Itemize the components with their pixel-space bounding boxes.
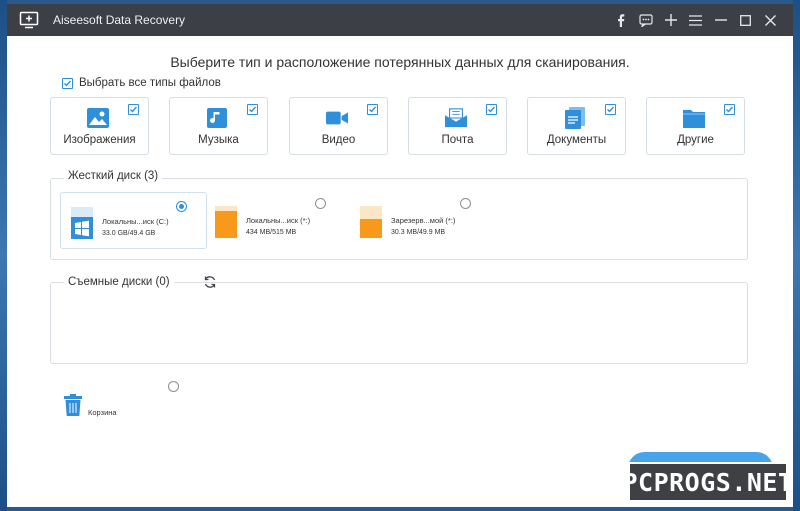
drive-local-partition[interactable]: Локальны...иск (*:) 434 MB/515 MB xyxy=(205,192,352,249)
drive-size: 33.0 GB/49.4 GB xyxy=(102,230,156,237)
checkbox-checked-icon[interactable] xyxy=(724,104,735,115)
desktop-background-left xyxy=(0,0,7,511)
checkbox-checked-icon[interactable] xyxy=(128,104,139,115)
file-type-label: Документы xyxy=(546,134,607,146)
recycle-bin-label: Корзина xyxy=(88,408,117,417)
checkbox-checked-icon[interactable] xyxy=(605,104,616,115)
watermark: PCPROGS.NET xyxy=(622,462,793,502)
hard-drives-title: Жесткий диск (3) xyxy=(64,170,163,182)
drive-icon xyxy=(215,206,237,238)
file-type-music[interactable]: Музыка xyxy=(169,97,268,155)
music-icon xyxy=(206,107,228,129)
mail-icon xyxy=(445,107,467,129)
file-type-label: Почта xyxy=(441,134,474,146)
checkbox-checked-icon[interactable] xyxy=(486,104,497,115)
titlebar-controls xyxy=(608,4,783,36)
checkbox-checked-icon[interactable] xyxy=(62,77,73,89)
windows-drive-icon xyxy=(71,207,93,239)
title-bar: Aiseesoft Data Recovery xyxy=(7,4,793,36)
close-icon[interactable] xyxy=(758,4,783,36)
file-type-label: Видео xyxy=(321,134,356,146)
removable-drives-panel xyxy=(50,282,748,364)
removable-drives-title: Съемные диски (0) xyxy=(64,276,174,288)
plus-icon[interactable] xyxy=(658,4,683,36)
file-type-images[interactable]: Изображения xyxy=(50,97,149,155)
video-icon xyxy=(326,107,348,129)
documents-icon xyxy=(564,107,586,129)
drive-name: Зарезерв...мой (*:) xyxy=(391,216,456,225)
app-title: Aiseesoft Data Recovery xyxy=(53,13,186,27)
select-all-checkbox[interactable]: Выбрать все типы файлов xyxy=(62,77,221,89)
file-type-video[interactable]: Видео xyxy=(289,97,388,155)
file-type-other[interactable]: Другие xyxy=(646,97,745,155)
folder-icon xyxy=(683,107,705,129)
image-icon xyxy=(87,107,109,129)
drive-size: 434 MB/515 MB xyxy=(246,229,297,236)
file-type-label: Другие xyxy=(677,134,714,146)
desktop-background-right xyxy=(793,0,800,511)
drive-name: Локальны...иск (*:) xyxy=(246,216,311,225)
file-type-label: Изображения xyxy=(63,134,136,146)
checkbox-checked-icon[interactable] xyxy=(247,104,258,115)
file-type-label: Музыка xyxy=(198,134,239,146)
trash-icon xyxy=(64,394,82,416)
page-heading: Выберите тип и расположение потерянных д… xyxy=(170,54,630,70)
drive-icon xyxy=(360,206,382,238)
facebook-icon[interactable] xyxy=(608,4,633,36)
app-window: Aiseesoft Data Recovery Выберите тип и р… xyxy=(7,4,793,507)
drive-radio-checked[interactable] xyxy=(176,201,187,212)
file-type-mail[interactable]: Почта xyxy=(408,97,507,155)
refresh-icon[interactable] xyxy=(203,275,217,289)
drive-radio[interactable] xyxy=(315,198,326,209)
app-logo-icon xyxy=(19,11,39,29)
drive-reserved[interactable]: Зарезерв...мой (*:) 30.3 MB/49.9 MB xyxy=(350,192,497,249)
drive-radio[interactable] xyxy=(460,198,471,209)
recycle-bin-radio[interactable] xyxy=(168,381,179,392)
select-all-label: Выбрать все типы файлов xyxy=(79,77,221,89)
maximize-icon[interactable] xyxy=(733,4,758,36)
file-type-documents[interactable]: Документы xyxy=(527,97,626,155)
drive-name: Локальны...иск (C:) xyxy=(102,217,169,226)
drive-c[interactable]: Локальны...иск (C:) 33.0 GB/49.4 GB xyxy=(60,192,207,249)
minimize-icon[interactable] xyxy=(708,4,733,36)
checkbox-checked-icon[interactable] xyxy=(367,104,378,115)
menu-icon[interactable] xyxy=(683,4,708,36)
drive-size: 30.3 MB/49.9 MB xyxy=(391,229,446,236)
feedback-icon[interactable] xyxy=(633,4,658,36)
